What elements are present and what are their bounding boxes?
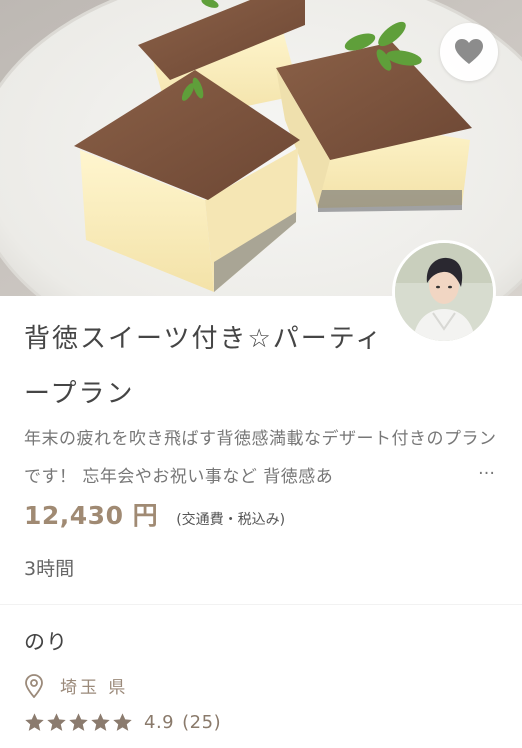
star-icon bbox=[25, 713, 44, 731]
star-icon bbox=[69, 713, 88, 731]
rating-value: 4.9 bbox=[144, 712, 175, 733]
price-row: 12,430 円 (交通費・税込み) bbox=[24, 496, 285, 540]
rating-stars bbox=[24, 712, 134, 733]
star-icon bbox=[47, 713, 66, 731]
provider-avatar[interactable] bbox=[392, 240, 496, 344]
review-count[interactable]: (25) bbox=[182, 712, 221, 733]
price-note: (交通費・税込み) bbox=[176, 512, 286, 528]
map-pin-icon bbox=[25, 673, 43, 698]
star-icon bbox=[91, 713, 110, 731]
plan-description: 年末の疲れを吹き飛ばす背徳感満載なデザート付きのプランです！ 忘年会やお祝い事な… bbox=[24, 429, 497, 487]
favorite-button[interactable] bbox=[440, 23, 498, 81]
plan-duration: 3時間 bbox=[24, 558, 75, 580]
plan-title[interactable]: 背徳スイーツ付き☆パーティープラン bbox=[24, 312, 394, 422]
plan-price: 12,430 円 bbox=[24, 501, 159, 530]
provider-photo bbox=[395, 243, 493, 341]
provider-name[interactable]: のり bbox=[24, 626, 68, 656]
location-text: 埼玉 県 bbox=[60, 678, 129, 698]
description-ellipsis: … bbox=[474, 459, 495, 479]
provider-rating: 4.9 (25) bbox=[24, 712, 221, 733]
provider-location: 埼玉 県 bbox=[24, 673, 128, 698]
plan-card[interactable]: 背徳スイーツ付き☆パーティープラン 年末の疲れを吹き飛ばす背徳感満載なデザート付… bbox=[0, 0, 522, 748]
divider bbox=[0, 604, 522, 605]
star-icon bbox=[113, 713, 132, 731]
heart-icon bbox=[455, 39, 483, 64]
